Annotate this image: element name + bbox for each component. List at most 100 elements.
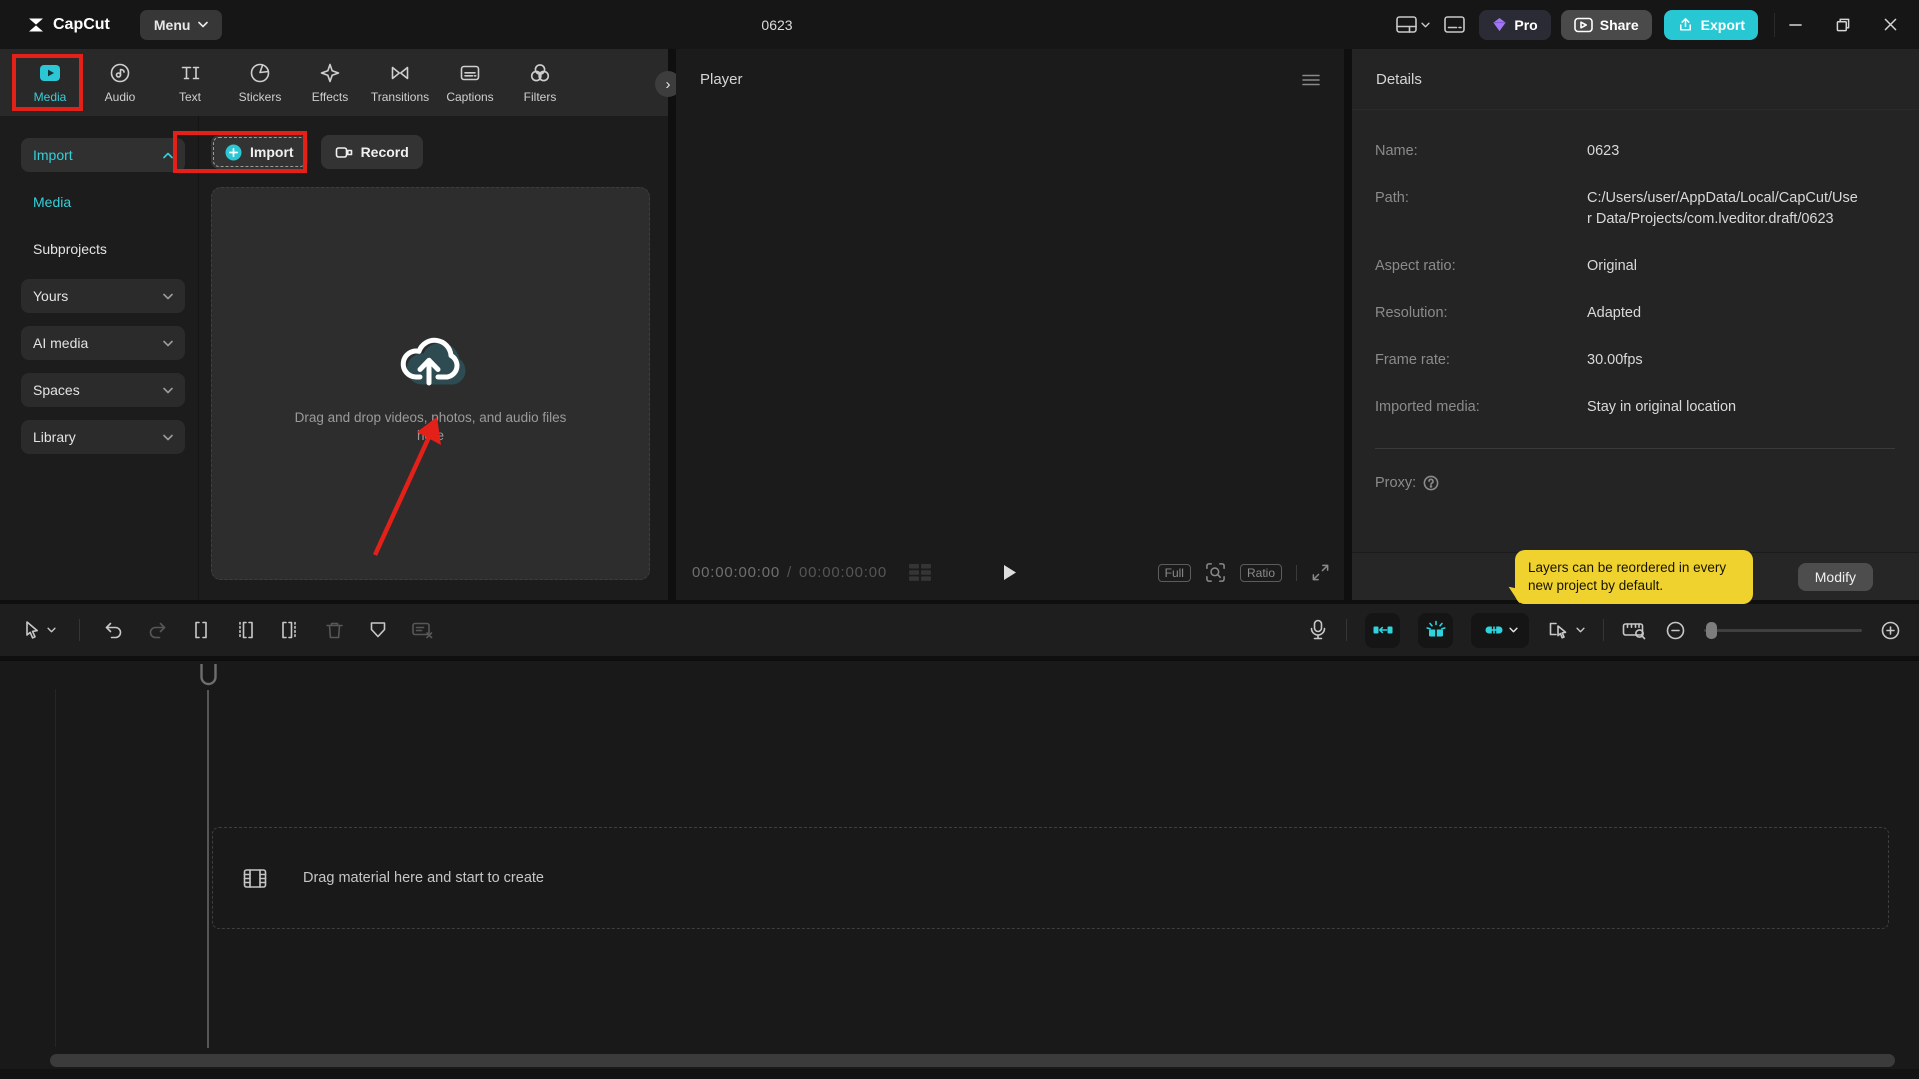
brand-label: CapCut	[53, 15, 110, 33]
divider	[1603, 619, 1604, 641]
sidebar-item-library[interactable]: Library	[21, 420, 185, 454]
player-menu-button[interactable]	[1302, 74, 1320, 86]
divider	[1296, 564, 1297, 581]
timeline-dropzone[interactable]: Drag material here and start to create	[212, 827, 1889, 929]
timeline[interactable]: Drag material here and start to create	[0, 660, 1919, 1079]
timeline-zoom-slider[interactable]	[1704, 621, 1862, 639]
split-preview-button[interactable]	[1418, 612, 1453, 648]
tab-label: Filters	[523, 90, 557, 104]
zoom-out-button[interactable]	[1665, 620, 1686, 641]
pro-label: Pro	[1514, 16, 1538, 33]
focus-zoom-icon[interactable]	[1205, 562, 1226, 583]
modify-button[interactable]: Modify	[1797, 562, 1873, 591]
split-button[interactable]	[191, 620, 211, 640]
filters-icon	[529, 61, 551, 85]
caption-layout-button[interactable]	[1444, 16, 1466, 33]
ratio-button[interactable]: Ratio	[1239, 563, 1282, 582]
delete-button[interactable]	[324, 620, 345, 641]
auto-ripple-button[interactable]	[1365, 612, 1400, 648]
timeline-dropzone-hint: Drag material here and start to create	[303, 870, 544, 886]
select-mode-button[interactable]	[1547, 620, 1585, 641]
detail-label: Imported media:	[1375, 399, 1480, 415]
sidebar-item-label: Library	[33, 429, 76, 445]
share-label: Share	[1599, 16, 1639, 33]
layout-toggle-button[interactable]	[1396, 16, 1431, 33]
tab-stickers[interactable]: Stickers	[225, 61, 295, 104]
tab-captions[interactable]: Captions	[435, 61, 505, 104]
full-button[interactable]: Full	[1157, 563, 1191, 582]
share-button[interactable]: Share	[1560, 9, 1652, 40]
tab-media[interactable]: Media	[15, 61, 85, 104]
tab-transitions[interactable]: Transitions	[365, 61, 435, 104]
sidebar-item-media[interactable]: Media	[21, 185, 185, 219]
proxy-tooltip: Layers can be reordered in every new pro…	[1505, 550, 1753, 604]
details-header: Details	[1352, 49, 1919, 110]
undo-button[interactable]	[103, 620, 124, 641]
tab-label: Audio	[104, 90, 136, 104]
sidebar-item-subprojects[interactable]: Subprojects	[21, 232, 185, 266]
menu-button[interactable]: Menu	[139, 9, 223, 40]
slider-handle[interactable]	[1706, 621, 1717, 639]
sidebar-item-import[interactable]: Import	[21, 138, 185, 172]
pro-badge[interactable]: Pro	[1479, 9, 1551, 40]
toolbar-right	[1308, 612, 1919, 648]
sidebar-item-ai-media[interactable]: AI media	[21, 326, 185, 360]
tooltip-text: Layers can be reordered in every new pro…	[1528, 560, 1727, 593]
horizontal-scrollbar[interactable]	[50, 1054, 1895, 1067]
effects-icon	[319, 61, 341, 85]
cursor-tool-button[interactable]	[22, 620, 56, 640]
tab-label: Captions	[446, 90, 494, 104]
playhead-handle[interactable]	[199, 663, 218, 692]
redo-button[interactable]	[147, 620, 168, 641]
record-button[interactable]: Record	[320, 135, 423, 169]
voiceover-mic-button[interactable]	[1308, 619, 1328, 641]
detail-row-imported-media: Imported media: Stay in original locatio…	[1375, 397, 1919, 418]
playhead[interactable]	[199, 663, 218, 1048]
maximize-button[interactable]	[1836, 18, 1850, 32]
import-dropzone[interactable]: Drag and drop videos, photos, and audio …	[211, 187, 650, 580]
proxy-row: Proxy:	[1375, 475, 1919, 491]
chevron-up-icon	[163, 152, 173, 159]
track-header-divider	[55, 689, 56, 1047]
topbar: CapCut Menu 0623 Pro Share Export	[0, 0, 1919, 49]
chevron-down-icon	[1508, 627, 1518, 633]
chevron-down-icon	[163, 340, 173, 347]
detail-value: Adapted	[1587, 305, 1642, 321]
zoom-in-button[interactable]	[1880, 620, 1901, 641]
export-button[interactable]: Export	[1663, 9, 1758, 40]
capcut-logo: CapCut	[26, 16, 110, 34]
record-label: Record	[360, 144, 409, 160]
fullscreen-icon[interactable]	[1311, 563, 1330, 582]
sidebar-item-label: Import	[33, 147, 73, 163]
link-mode-button[interactable]	[1471, 612, 1529, 648]
slider-track[interactable]	[1704, 621, 1862, 639]
minimize-button[interactable]	[1789, 18, 1802, 31]
dropzone-hint: Drag and drop videos, photos, and audio …	[294, 409, 567, 443]
sidebar-item-yours[interactable]: Yours	[21, 279, 185, 313]
stickers-icon	[249, 61, 271, 85]
window-controls	[1774, 12, 1919, 37]
details-body: Name: 0623 Path: C:/Users/user/AppData/L…	[1352, 110, 1919, 604]
tab-text[interactable]: Text	[155, 61, 225, 104]
mask-button[interactable]	[368, 620, 388, 640]
time-separator: /	[787, 564, 793, 581]
divider	[1346, 619, 1347, 641]
sidebar-item-spaces[interactable]: Spaces	[21, 373, 185, 407]
tab-label: Text	[178, 90, 201, 104]
tab-effects[interactable]: Effects	[295, 61, 365, 104]
tab-audio[interactable]: Audio	[85, 61, 155, 104]
close-button[interactable]	[1884, 18, 1897, 31]
import-button[interactable]: Import	[211, 135, 308, 169]
captions-icon	[459, 61, 481, 85]
chevron-down-icon	[163, 434, 173, 441]
detail-value: Stay in original location	[1587, 399, 1737, 415]
delete-text-button[interactable]	[411, 620, 434, 640]
delete-right-button[interactable]	[279, 620, 301, 640]
current-time: 00:00:00:00	[692, 564, 781, 581]
timeline-scale-button[interactable]	[1622, 619, 1647, 641]
media-panel: Media Audio Text Stickers Effects Transi…	[0, 49, 681, 600]
help-circle-icon[interactable]	[1423, 475, 1439, 491]
delete-left-button[interactable]	[234, 620, 256, 640]
tab-filters[interactable]: Filters	[505, 61, 575, 104]
play-button[interactable]	[1003, 564, 1017, 581]
